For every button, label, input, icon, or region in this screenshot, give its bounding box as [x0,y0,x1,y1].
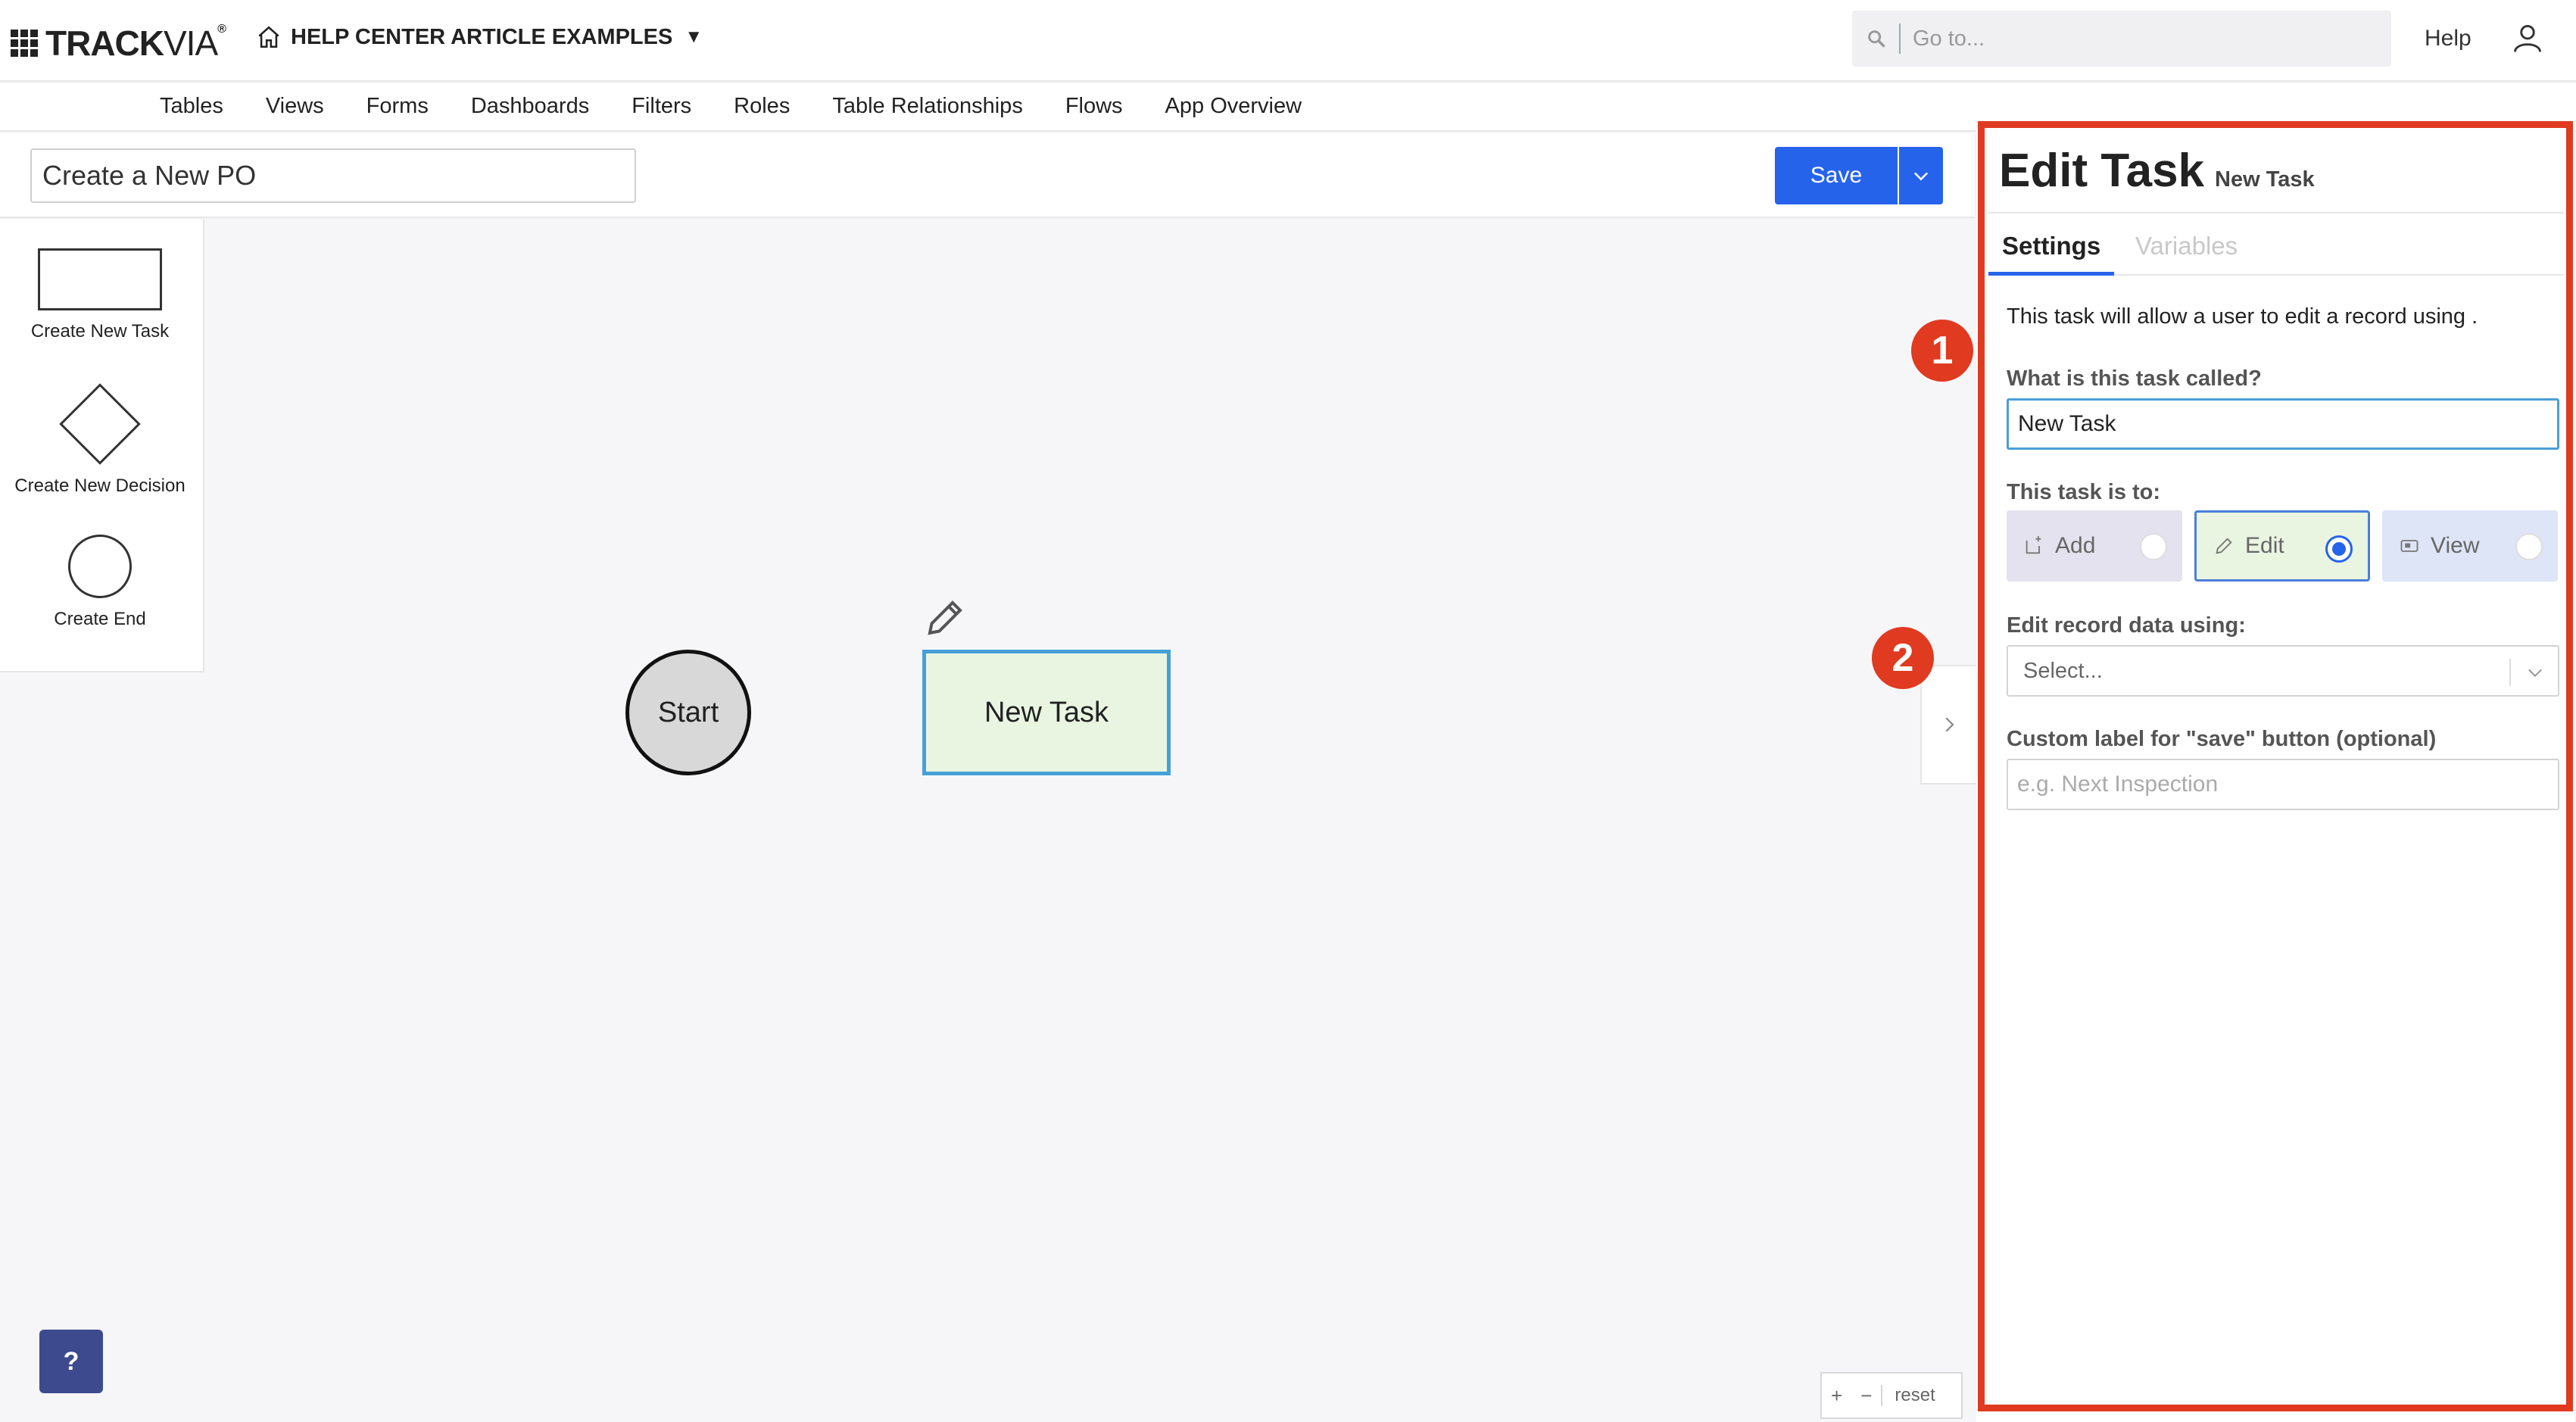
pencil-icon[interactable] [922,595,968,641]
create-task-tool[interactable]: Create New Task [0,248,200,342]
choice-edit-radio[interactable] [2325,535,2353,563]
help-link[interactable]: Help [2425,26,2472,51]
create-end-tool[interactable]: Create End [0,535,200,630]
select-divider [2509,659,2511,686]
panel-tabs: Settings Variables [1988,232,2564,276]
nav-item-views[interactable]: Views [266,94,324,119]
logo-grid-icon [11,30,38,57]
collapse-panel-button[interactable] [1920,665,1976,784]
custom-save-input[interactable] [2007,759,2559,810]
zoom-reset-button[interactable]: reset [1881,1385,1944,1406]
callout-badge: 1 [1911,320,1973,382]
create-decision-tool[interactable]: Create New Decision [0,383,200,497]
choice-view-radio[interactable] [2515,533,2543,560]
add-record-icon [2026,536,2041,554]
caret-down-icon: ▼ [685,27,703,47]
nav-item-filters[interactable]: Filters [632,94,691,119]
choice-add[interactable]: Add [2007,510,2182,582]
nav-item-roles[interactable]: Roles [734,94,790,119]
choice-edit-label: Edit [2245,533,2284,558]
flow-toolbar: Save [0,133,1975,218]
save-options-button[interactable] [1898,147,1943,204]
nav-item-app-overview[interactable]: App Overview [1165,94,1302,119]
task-node[interactable]: New Task [922,650,1171,775]
edit-task-panel: Edit Task New Task Settings Variables Th… [1976,121,2574,1422]
zoom-in-button[interactable]: + [1822,1384,1851,1408]
nav-item-dashboards[interactable]: Dashboards [471,94,589,119]
search-icon [1868,30,1885,48]
nav-item-table-relationships[interactable]: Table Relationships [832,94,1022,119]
task-name-input[interactable] [2007,398,2559,450]
search-input[interactable] [1913,26,2367,51]
end-shape-icon [68,535,132,598]
panel-divider [1988,212,2564,214]
zoom-controls: + − reset [1820,1372,1963,1419]
save-button[interactable]: Save [1775,147,1898,204]
choice-view-label: View [2431,533,2480,558]
nav-item-forms[interactable]: Forms [366,94,429,119]
app-switcher[interactable]: HELP CENTER ARTICLE EXAMPLES ▼ [256,24,703,50]
search-divider [1899,23,1901,54]
task-description: This task will allow a user to edit a re… [2007,304,2478,329]
home-icon [258,26,279,48]
start-node[interactable]: Start [625,650,751,775]
view-record-icon [2400,540,2419,552]
record-source-placeholder: Select... [2023,658,2103,683]
shape-palette: Create New Task Create New Decision Crea… [0,220,204,672]
custom-save-label: Custom label for "save" button (optional… [2007,727,2437,751]
chevron-down-icon [1913,172,1929,181]
logo-wordmark: TRACKVIA® [45,23,226,63]
create-decision-label: Create New Decision [14,476,186,496]
top-header: TRACKVIA® HELP CENTER ARTICLE EXAMPLES ▼… [0,0,2576,82]
panel-title: Edit Task [1999,145,2205,197]
panel-subtitle: New Task [2215,167,2315,192]
nav-item-flows[interactable]: Flows [1065,94,1123,119]
trackvia-logo[interactable]: TRACKVIA® [11,23,226,64]
tab-variables[interactable]: Variables [2122,232,2251,276]
task-type-label: This task is to: [2007,480,2161,504]
record-source-label: Edit record data using: [2007,613,2246,638]
choice-add-label: Add [2055,533,2096,558]
choice-edit[interactable]: Edit [2194,510,2370,582]
task-name-label: What is this task called? [2007,366,2262,391]
zoom-out-button[interactable]: − [1851,1384,1881,1408]
nav-item-tables[interactable]: Tables [160,94,223,119]
record-source-select[interactable]: Select... [2007,645,2559,697]
choice-view[interactable]: View [2382,510,2558,582]
task-shape-icon [38,248,162,310]
callout-badge: 2 [1872,627,1934,689]
choice-add-radio[interactable] [2140,533,2167,560]
tab-settings[interactable]: Settings [1988,232,2115,276]
chevron-down-icon [2528,669,2542,678]
panel-header: Edit Task New Task [1999,144,2315,198]
app-name: HELP CENTER ARTICLE EXAMPLES [291,24,673,49]
help-button[interactable]: ? [39,1330,103,1393]
user-icon[interactable] [2511,21,2544,55]
search-box[interactable] [1852,11,2391,67]
chevron-right-icon [1945,717,1954,732]
create-task-label: Create New Task [30,321,170,341]
pencil-icon [2216,538,2232,554]
create-end-label: Create End [54,609,146,629]
decision-shape-icon [59,383,141,465]
flow-name-input[interactable] [30,148,636,203]
